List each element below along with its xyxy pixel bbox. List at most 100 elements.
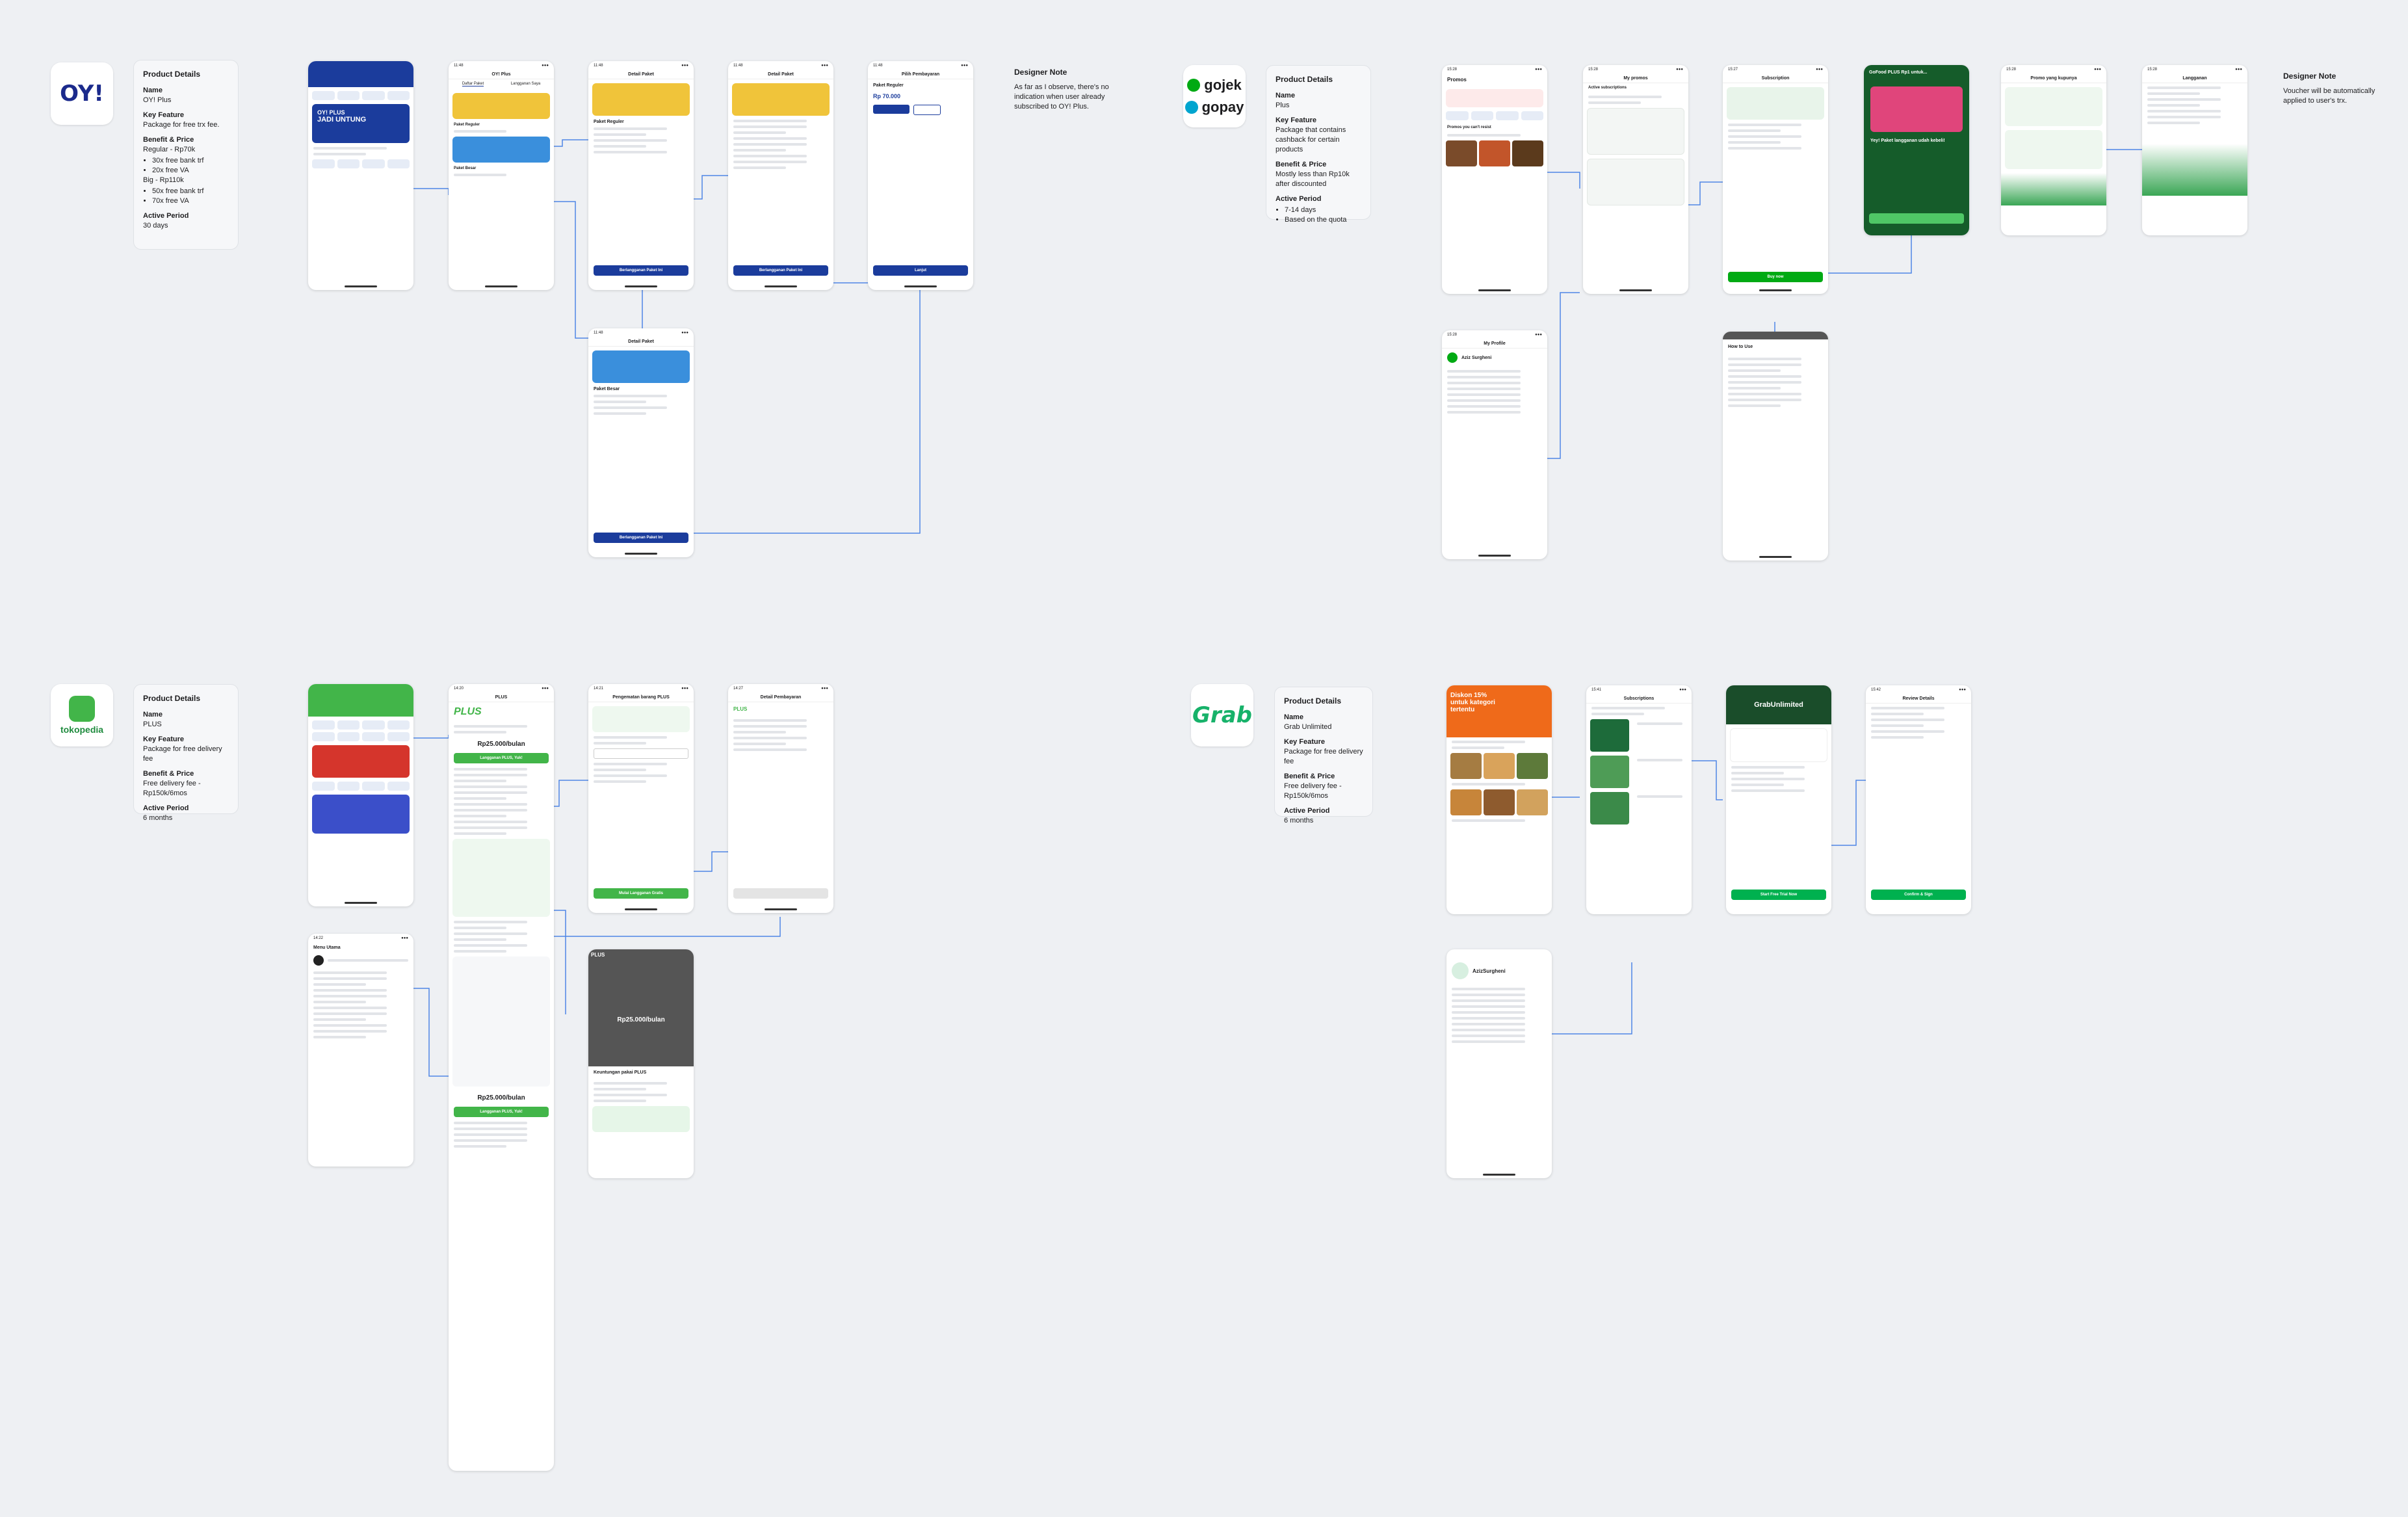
gojek-phone-profile: 15:28 ●●● My Profile Aziz Surgheni	[1442, 330, 1547, 559]
promo-banner[interactable]: Diskon 15% untuk kategori tertentu	[1446, 685, 1552, 737]
plan-card	[1727, 87, 1824, 120]
free-trial-button[interactable]: Start Free Trial Now	[1731, 890, 1826, 900]
price-value: Free delivery fee - Rp150k/6mos	[1284, 782, 1342, 800]
payment-option[interactable]	[873, 105, 910, 114]
list-item: 50x free bank trf	[152, 187, 229, 196]
feature-value: Package for free delivery fee	[1284, 748, 1363, 765]
grab-phone-account: AzizSurgheni	[1446, 949, 1552, 1178]
tab-langganan-saya[interactable]: Langganan Saya	[511, 82, 540, 86]
list-item: 20x free VA	[152, 166, 229, 176]
grab-phone-review: 15:42 ●●● Review Details Confirm & Sign	[1866, 685, 1971, 914]
gojek-phone-howto: How to Use	[1723, 332, 1828, 561]
tokopedia-logo-text: tokopedia	[60, 724, 104, 735]
pay-button[interactable]	[733, 888, 828, 899]
subscribe-button-bottom[interactable]: Langganan PLUS, Yuk!	[454, 1107, 549, 1117]
tokopedia-owl-icon	[69, 696, 95, 722]
card-title: Product Details	[143, 70, 201, 79]
screen-title: GrabUnlimited	[1726, 685, 1831, 724]
plan-name: Paket Reguler	[594, 120, 624, 124]
banner-subtitle: JADI UNTUNG	[317, 116, 367, 124]
profile-name: Aziz Surgheni	[1461, 355, 1492, 360]
promo-banner[interactable]: OY! PLUS JADI UNTUNG	[312, 104, 410, 143]
promo-card[interactable]	[2005, 87, 2102, 126]
promo-list	[452, 956, 550, 1087]
gojek-icon	[1187, 79, 1201, 92]
benefit-table	[452, 839, 550, 917]
subscribe-button[interactable]: Berlangganan Paket Ini	[594, 533, 688, 543]
avatar	[1452, 962, 1469, 979]
grab-phone-unlimited: GrabUnlimited Start Free Trial Now	[1726, 685, 1831, 914]
list-item: 70x free VA	[152, 196, 229, 206]
screen-title: My promos	[1583, 74, 1688, 83]
feature-label: Key Feature	[143, 735, 184, 743]
list-item: 30x free bank trf	[152, 156, 229, 166]
feature-value: Package for free trx fee.	[143, 121, 220, 129]
grab-product-details: Product Details Name Grab Unlimited Key …	[1274, 687, 1373, 824]
buy-now-button[interactable]: Buy now	[1728, 272, 1823, 282]
subscribe-button[interactable]: Langganan PLUS, Yuk!	[454, 753, 549, 763]
section-title: Active subscriptions	[1588, 86, 1627, 90]
price-label: Benefit & Price	[1276, 161, 1327, 168]
toko-phone-payment: 14:27 ●●● Detail Pembayaran PLUS	[728, 684, 833, 913]
toko-phone-home	[308, 684, 413, 906]
confirm-button[interactable]: Confirm & Sign	[1871, 890, 1966, 900]
gojek-phone-mypromo: 15:28 ●●● Promo yang kupunya	[2001, 65, 2106, 235]
toko-phone-plus-sheet: PLUS Rp25.000/bulan Keuntungan pakai PLU…	[588, 949, 694, 1178]
promo-card[interactable]	[1446, 89, 1543, 107]
screen-title: GoFood PLUS Rp1 untuk...	[1869, 70, 1928, 75]
gopay-logo-text: gopay	[1201, 99, 1244, 115]
start-subscription-button[interactable]: Mulai Langganan Gratis	[594, 888, 688, 899]
price-label: Benefit & Price	[143, 136, 194, 144]
period-value: 30 days	[143, 222, 168, 230]
screen-title: Promos	[1447, 77, 1467, 83]
gojek-phone-langganan: 15:28 ●●● Langganan	[2142, 65, 2247, 235]
promo-card[interactable]	[2005, 130, 2102, 169]
subscription-card[interactable]	[1587, 159, 1684, 205]
note-title: Designer Note	[2283, 72, 2336, 81]
amount-input[interactable]	[594, 748, 688, 759]
card-title: Product Details	[1284, 696, 1342, 706]
note-text: Voucher will be automatically applied to…	[2283, 87, 2375, 105]
screen-title: Menu Utama	[313, 945, 341, 950]
tab-daftar-paket[interactable]: Daftar Paket	[462, 82, 484, 86]
section-title: Promos you can't resist	[1447, 125, 1491, 129]
app-header	[308, 61, 413, 87]
period-label: Active Period	[1284, 807, 1330, 815]
plan-item-big[interactable]: Paket Besar	[449, 166, 554, 170]
card-title: Product Details	[143, 694, 201, 703]
plan-card[interactable]	[1730, 728, 1827, 762]
oy-designer-note: Designer Note As far as I observe, there…	[1014, 68, 1112, 112]
promo-banner[interactable]	[312, 795, 410, 834]
period-value: 6 months	[143, 814, 173, 822]
oy-product-details: Product Details Name OY! Plus Key Featur…	[133, 60, 239, 250]
plan-item-regular[interactable]: Paket Reguler	[449, 123, 554, 127]
gojek-designer-note: Designer Note Voucher will be automatica…	[2283, 72, 2381, 106]
screen-title: Detail Paket	[588, 70, 694, 79]
grab-phone-subscriptions: 15:41 ●●● Subscriptions	[1586, 685, 1692, 914]
name-value: PLUS	[143, 720, 162, 728]
screen-title: Pilih Pembayaran	[868, 70, 973, 79]
payment-option[interactable]	[913, 105, 941, 115]
plan-name: Paket Besar	[594, 387, 620, 391]
subscribe-button[interactable]: Berlangganan Paket Ini	[594, 265, 688, 276]
gojek-phone-mypromos: 15:28 ●●● My promos Active subscriptions	[1583, 65, 1688, 294]
note-text: As far as I observe, there's no indicati…	[1014, 83, 1109, 111]
screen-title: Review Details	[1866, 694, 1971, 704]
ok-button[interactable]	[1869, 213, 1964, 224]
screen-title: Detail Paket	[728, 70, 833, 79]
price-label: Benefit & Price	[1284, 772, 1335, 780]
price-value: Mostly less than Rp10k after discounted	[1276, 170, 1350, 188]
list-item: 7-14 days	[1285, 205, 1361, 215]
gopay-icon	[1184, 101, 1198, 114]
big-plan: Big - Rp110k	[143, 176, 184, 184]
name-value: OY! Plus	[143, 96, 172, 104]
continue-button[interactable]: Lanjut	[873, 265, 968, 276]
subscription-card[interactable]	[1587, 108, 1684, 155]
name-label: Name	[1276, 92, 1295, 99]
gojek-logo: gojek gopay	[1183, 65, 1246, 127]
price-label: Benefit & Price	[143, 770, 194, 778]
screen-title: Langganan	[2142, 74, 2247, 83]
grab-logo-text: Grab	[1192, 702, 1252, 728]
promo-banner[interactable]	[312, 745, 410, 778]
subscribe-button[interactable]: Berlangganan Paket Ini	[733, 265, 828, 276]
